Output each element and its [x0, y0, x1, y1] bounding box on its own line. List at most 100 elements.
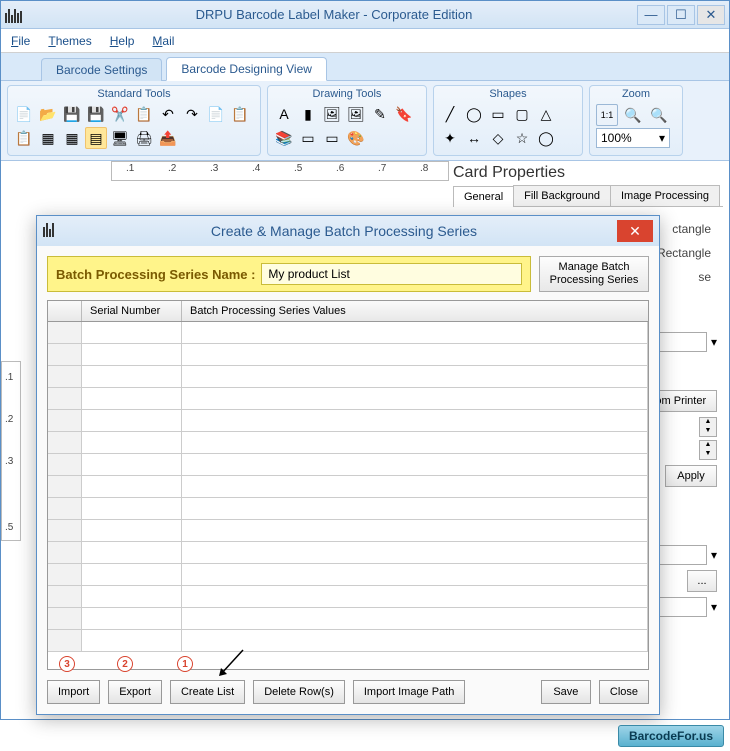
spinner[interactable]: ▲▼: [699, 440, 717, 460]
proptab-general[interactable]: General: [453, 186, 514, 207]
watermark-badge: BarcodeFor.us: [618, 725, 724, 747]
roundrect-icon[interactable]: ▢: [511, 103, 533, 125]
ruler-label: .2: [168, 163, 176, 174]
open-icon[interactable]: 📂: [37, 103, 59, 125]
ribbon-title-standard: Standard Tools: [12, 88, 256, 102]
ruler-label: .5: [294, 163, 302, 174]
spinner[interactable]: ▲▼: [699, 417, 717, 437]
maximize-button[interactable]: ☐: [667, 5, 695, 25]
zoom-out-icon[interactable]: 🔍: [648, 104, 670, 126]
import-image-path-button[interactable]: Import Image Path: [353, 680, 466, 704]
save-icon[interactable]: 💾: [61, 103, 83, 125]
grid-icon[interactable]: ▦: [61, 127, 83, 149]
ribbon-group-zoom: Zoom 1:1 🔍 🔍 100%▾: [589, 85, 683, 156]
menu-help[interactable]: Help: [110, 34, 135, 48]
batch-processing-dialog: Create & Manage Batch Processing Series …: [36, 215, 660, 715]
table-row[interactable]: [48, 586, 648, 608]
table-row[interactable]: [48, 432, 648, 454]
table-row[interactable]: [48, 476, 648, 498]
triangle-icon[interactable]: △: [535, 103, 557, 125]
delete-rows-button[interactable]: Delete Row(s): [253, 680, 345, 704]
table-row[interactable]: [48, 564, 648, 586]
cut-icon[interactable]: ✂️: [109, 103, 131, 125]
undo-icon[interactable]: ↶: [157, 103, 179, 125]
close-button[interactable]: ✕: [697, 5, 725, 25]
image-icon[interactable]: 🖼: [321, 103, 343, 125]
export-button[interactable]: Export: [108, 680, 162, 704]
watermark-icon[interactable]: 🔖: [393, 103, 415, 125]
col-series-values[interactable]: Batch Processing Series Values: [182, 301, 648, 321]
create-list-button[interactable]: Create List: [170, 680, 245, 704]
proptab-fill-background[interactable]: Fill Background: [513, 185, 611, 206]
table-row[interactable]: [48, 410, 648, 432]
browse-button[interactable]: ...: [687, 570, 717, 592]
library-icon[interactable]: 📚: [273, 127, 295, 149]
display-icon[interactable]: 🖥: [109, 127, 131, 149]
menu-themes[interactable]: Themes: [48, 34, 91, 48]
rect-icon[interactable]: ▭: [487, 103, 509, 125]
table-row[interactable]: [48, 608, 648, 630]
ribbon-title-zoom: Zoom: [596, 88, 676, 102]
menu-mail[interactable]: Mail: [152, 34, 174, 48]
chevron-down-icon: ▾: [711, 600, 717, 614]
template-icon[interactable]: 📋: [229, 103, 251, 125]
card-icon[interactable]: ▭: [321, 127, 343, 149]
textbox-icon[interactable]: ▭: [297, 127, 319, 149]
zoom-combo[interactable]: 100%▾: [596, 128, 670, 148]
manage-batch-series-button[interactable]: Manage Batch Processing Series: [539, 256, 649, 292]
zoom-11-icon[interactable]: 1:1: [596, 104, 618, 126]
line-icon[interactable]: ╱: [439, 103, 461, 125]
tab-barcode-designing-view[interactable]: Barcode Designing View: [166, 57, 327, 81]
ellipse-icon[interactable]: ◯: [463, 103, 485, 125]
table-row[interactable]: [48, 498, 648, 520]
dialog-titlebar: Create & Manage Batch Processing Series …: [37, 216, 659, 246]
redo-icon[interactable]: ↷: [181, 103, 203, 125]
ruler-label: .3: [210, 163, 218, 174]
minimize-button[interactable]: —: [637, 5, 665, 25]
zoom-value: 100%: [601, 131, 632, 145]
wizard-icon[interactable]: 📋: [13, 127, 35, 149]
diamond-icon[interactable]: ◇: [487, 127, 509, 149]
import-button[interactable]: Import: [47, 680, 100, 704]
export2-icon[interactable]: 📤: [157, 127, 179, 149]
col-serial-number[interactable]: Serial Number: [82, 301, 182, 321]
saveas-icon[interactable]: 💾: [85, 103, 107, 125]
save-button[interactable]: Save: [541, 680, 591, 704]
ribbon: Standard Tools 📄 📂 💾 💾 ✂️ 📋 ↶ ↷ 📄 📋 📋 ▦ …: [1, 81, 729, 161]
dialog-close-btn[interactable]: Close: [599, 680, 649, 704]
horizontal-ruler: .1 .2 .3 .4 .5 .6 .7 .8: [111, 161, 449, 181]
star4-icon[interactable]: ✦: [439, 127, 461, 149]
print-icon[interactable]: 🖨: [133, 127, 155, 149]
text-icon[interactable]: A: [273, 103, 295, 125]
tab-barcode-settings[interactable]: Barcode Settings: [41, 58, 162, 81]
table-row[interactable]: [48, 344, 648, 366]
table-row[interactable]: [48, 630, 648, 652]
picture-icon[interactable]: 🖼: [345, 103, 367, 125]
barcode-icon[interactable]: ▮: [297, 103, 319, 125]
table-row[interactable]: [48, 366, 648, 388]
ruler-label: .1: [5, 372, 13, 383]
proptab-image-processing[interactable]: Image Processing: [610, 185, 720, 206]
copy-icon[interactable]: 📋: [133, 103, 155, 125]
menu-file[interactable]: File: [11, 34, 30, 48]
dialog-close-button[interactable]: ✕: [617, 220, 653, 242]
color-icon[interactable]: 🎨: [345, 127, 367, 149]
dialog-barcode-icon: [43, 223, 63, 240]
signature-icon[interactable]: ✎: [369, 103, 391, 125]
table-row[interactable]: [48, 542, 648, 564]
apply-button[interactable]: Apply: [665, 465, 717, 487]
table-row[interactable]: [48, 454, 648, 476]
blank-icon[interactable]: 📄: [205, 103, 227, 125]
batch-icon[interactable]: ▤: [85, 127, 107, 149]
table-row[interactable]: [48, 388, 648, 410]
table-row[interactable]: [48, 520, 648, 542]
new-icon[interactable]: 📄: [13, 103, 35, 125]
grid-body[interactable]: [48, 322, 648, 669]
bubble-icon[interactable]: ◯: [535, 127, 557, 149]
arrow-icon[interactable]: ↔: [463, 127, 485, 149]
table-row[interactable]: [48, 322, 648, 344]
star-icon[interactable]: ☆: [511, 127, 533, 149]
zoom-in-icon[interactable]: 🔍: [622, 104, 644, 126]
series-name-input[interactable]: [261, 263, 522, 285]
list-icon[interactable]: ▦: [37, 127, 59, 149]
